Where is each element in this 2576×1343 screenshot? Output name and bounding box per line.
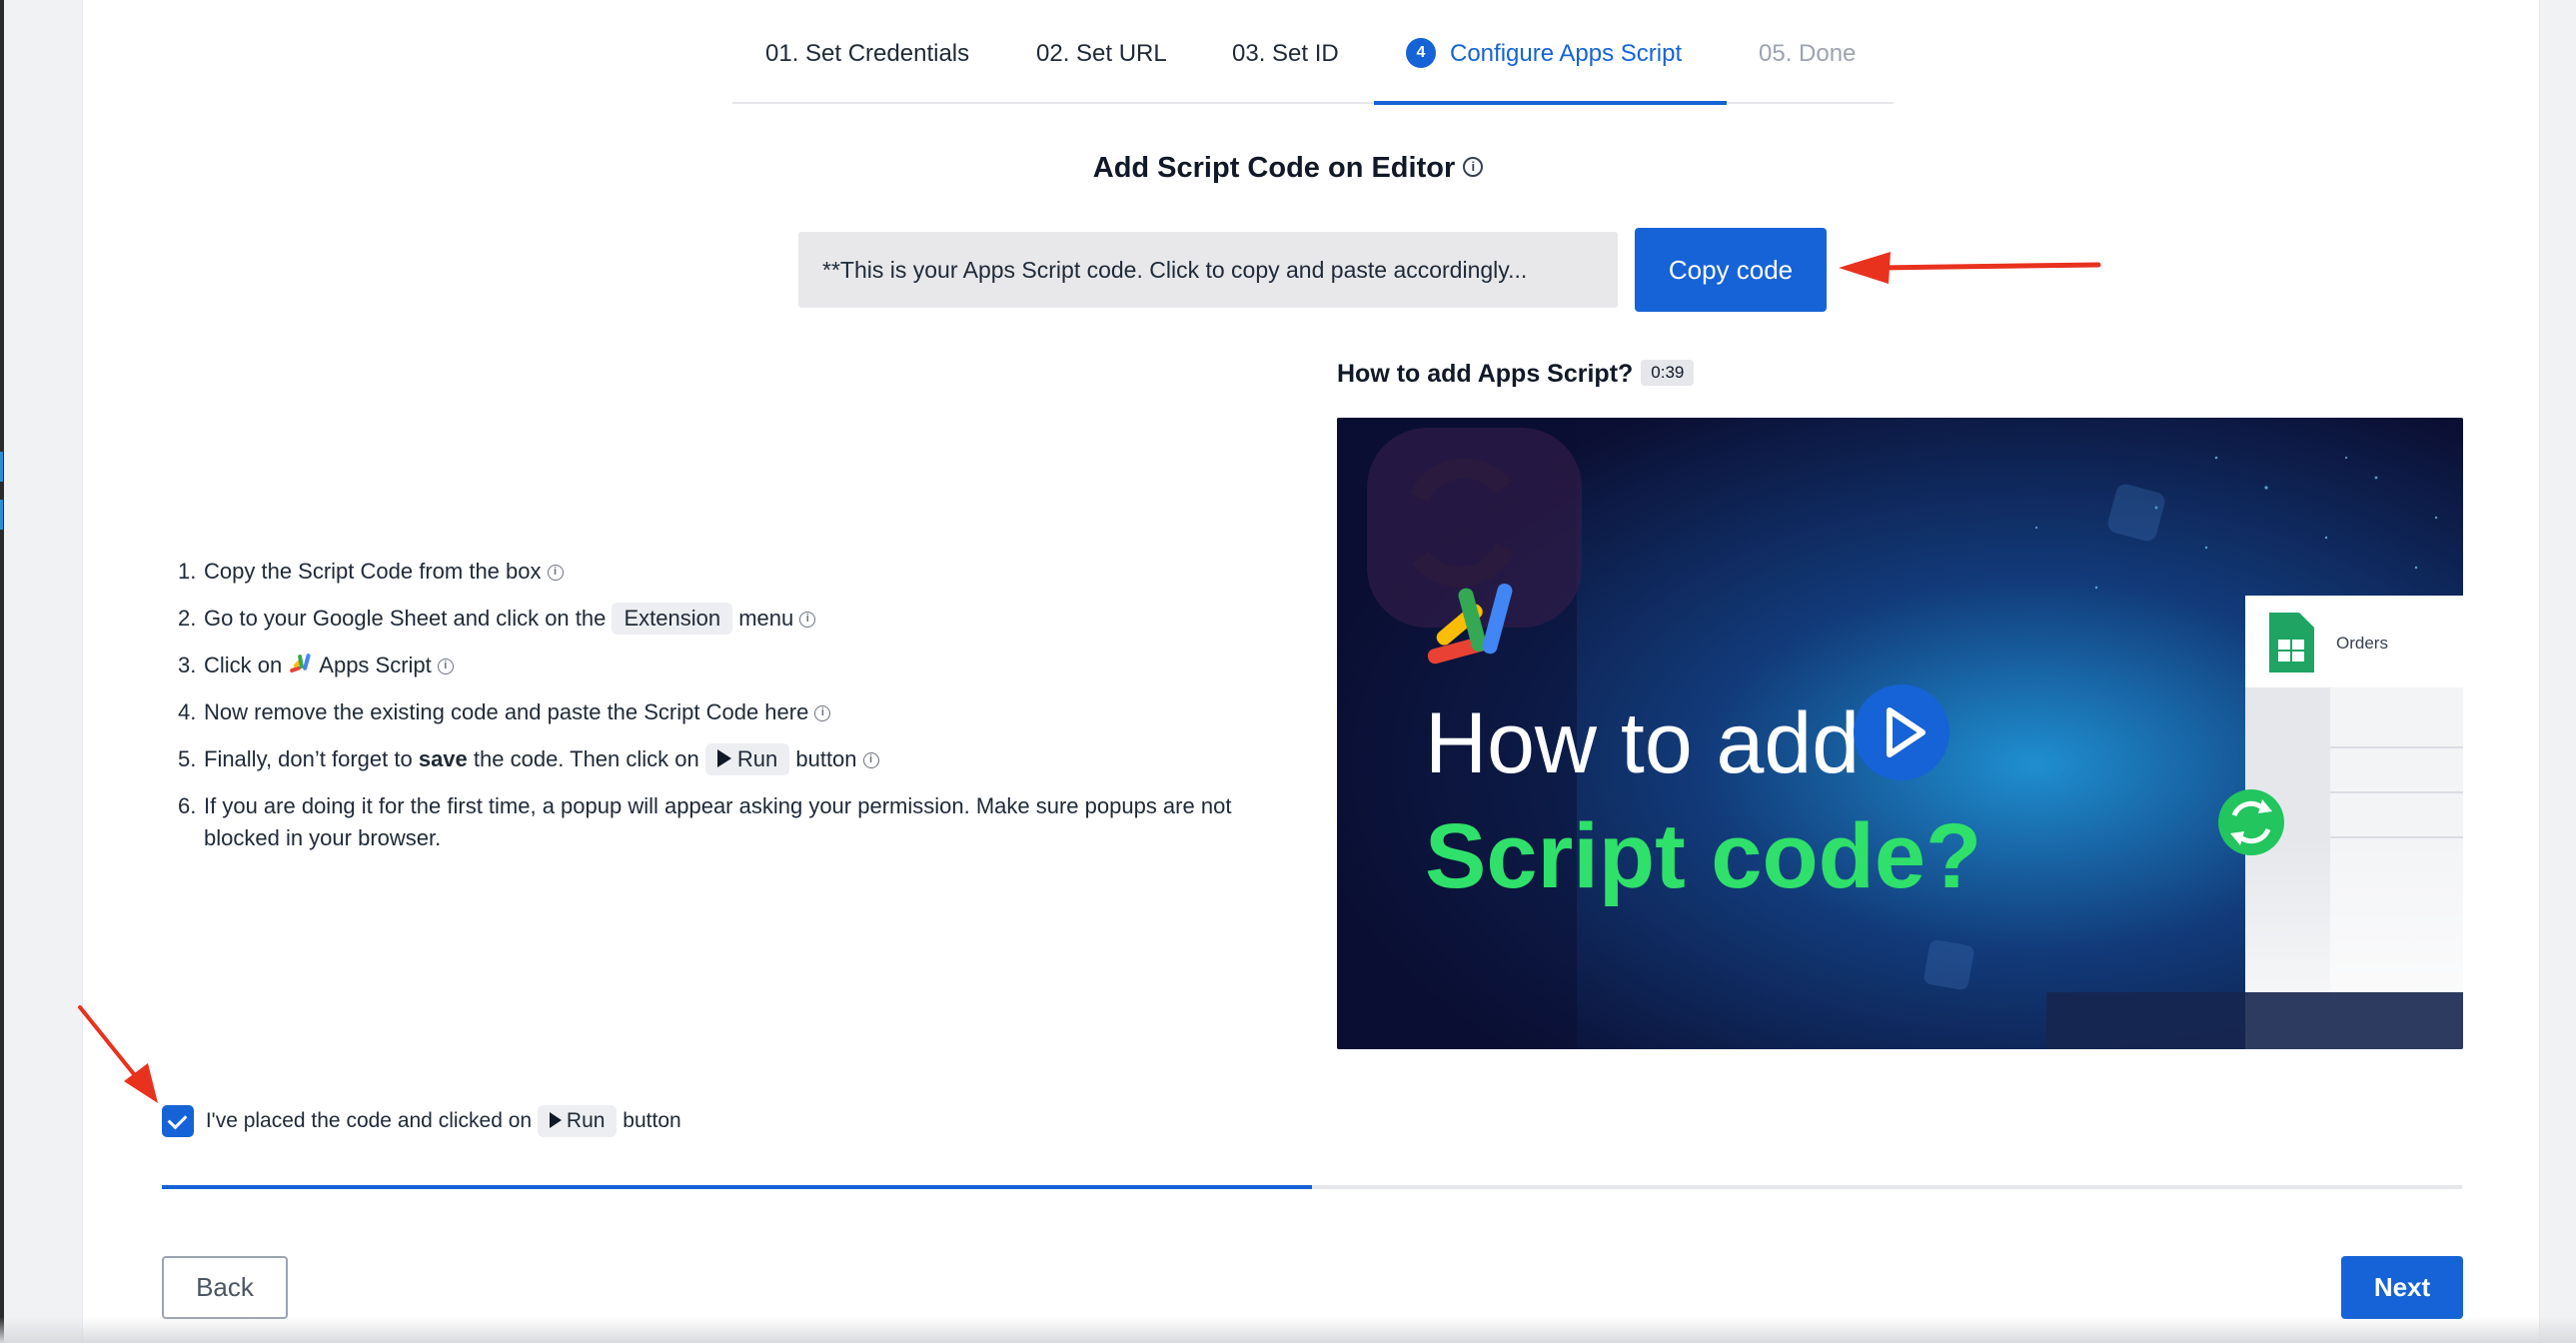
step-set-id[interactable]: 03. Set ID [1232, 36, 1339, 76]
video-title: How to add Apps Script? 0:39 [1337, 360, 1695, 389]
edge-marker [0, 452, 3, 482]
list-number: 3. [178, 653, 197, 677]
run-chip-label: Run [566, 1109, 606, 1132]
instruction-text: Copy the Script Code from the box [204, 559, 542, 584]
sync-icon [2218, 789, 2284, 855]
run-chip-label: Run [736, 746, 778, 771]
thumbnail-headline-2: Script code? [1425, 805, 1981, 907]
confirm-checkbox[interactable] [162, 1105, 194, 1138]
sheets-icon [2269, 613, 2314, 672]
extension-menu-chip: Extension [612, 603, 733, 635]
list-number: 4. [178, 699, 197, 724]
confirm-label: I've placed the code and clicked on [205, 1109, 533, 1132]
confirm-row[interactable]: I've placed the code and clicked on Run … [162, 1105, 681, 1139]
step-label: Configure Apps Script [1450, 40, 1683, 67]
instruction-text: Apps Script [319, 653, 432, 677]
info-icon[interactable]: i [1463, 157, 1484, 178]
instruction-text: Now remove the existing code and paste t… [204, 699, 809, 724]
page-title-text: Add Script Code on Editor [1092, 152, 1456, 184]
video-duration-badge: 0:39 [1641, 360, 1695, 387]
list-item: 4. Now remove the existing code and past… [178, 696, 1277, 728]
info-icon[interactable]: i [547, 565, 564, 582]
list-item: 6. If you are doing it for the first tim… [178, 790, 1277, 854]
apps-script-logo-icon [290, 654, 311, 673]
instruction-bold-text: save [418, 746, 468, 771]
list-number: 6. [178, 793, 197, 818]
play-button-icon[interactable] [1854, 684, 1949, 780]
step-configure-apps-script[interactable]: 4 Configure Apps Script [1406, 36, 1682, 76]
active-step-indicator [1374, 101, 1727, 105]
video-player[interactable]: How to add Script code? Orders [1337, 418, 2463, 1049]
info-icon[interactable]: i [437, 659, 454, 675]
info-icon[interactable]: i [814, 705, 831, 722]
sheet-name-label: Orders [2336, 634, 2388, 653]
list-number: 1. [178, 559, 197, 584]
play-icon [549, 1112, 562, 1129]
instructions-list: 1. Copy the Script Code from the box i 2.… [178, 556, 1277, 869]
instruction-text: menu [738, 606, 794, 631]
list-number: 2. [178, 606, 197, 631]
instruction-text: button [795, 746, 857, 771]
step-set-credentials[interactable]: 01. Set Credentials [765, 36, 969, 76]
instruction-text: Click on [204, 653, 283, 677]
thumbnail-headline-1: How to add [1425, 695, 1860, 791]
progress-bar [162, 1185, 2462, 1189]
run-chip: Run [704, 743, 790, 775]
window-edge [0, 0, 4, 1343]
list-item: 5. Finally, don’t forget to save the cod… [178, 743, 1277, 775]
play-icon [716, 749, 731, 768]
page-title: Add Script Code on Editor i [0, 152, 2576, 185]
edge-marker [0, 500, 3, 530]
list-item: 1. Copy the Script Code from the box i [178, 556, 1277, 588]
back-button[interactable]: Back [162, 1256, 288, 1319]
video-title-text: How to add Apps Script? [1337, 360, 1634, 388]
copy-code-button[interactable]: Copy code [1635, 228, 1827, 312]
list-item: 3. Click on Apps Script i [178, 650, 1277, 681]
next-button[interactable]: Next [2341, 1256, 2463, 1319]
script-code-box[interactable]: **This is your Apps Script code. Click t… [798, 232, 1618, 308]
progress-fill [162, 1185, 1312, 1189]
list-number: 5. [178, 746, 197, 771]
info-icon[interactable]: i [799, 612, 816, 629]
step-done: 05. Done [1759, 40, 1857, 67]
step-number-badge: 4 [1406, 37, 1436, 68]
instruction-text: Finally, don’t forget to [204, 746, 413, 771]
info-icon[interactable]: i [862, 752, 879, 769]
video-thumbnail: How to add Script code? Orders [1337, 418, 2463, 1049]
instruction-text: Go to your Google Sheet and click on the [204, 606, 607, 631]
instruction-text: If you are doing it for the first time, … [204, 793, 1232, 850]
confirm-label: button [623, 1109, 681, 1132]
run-chip: Run [537, 1105, 618, 1137]
step-set-url[interactable]: 02. Set URL [1036, 36, 1167, 76]
list-item: 2. Go to your Google Sheet and click on … [178, 603, 1277, 635]
instruction-text: the code. Then click on [473, 746, 699, 771]
